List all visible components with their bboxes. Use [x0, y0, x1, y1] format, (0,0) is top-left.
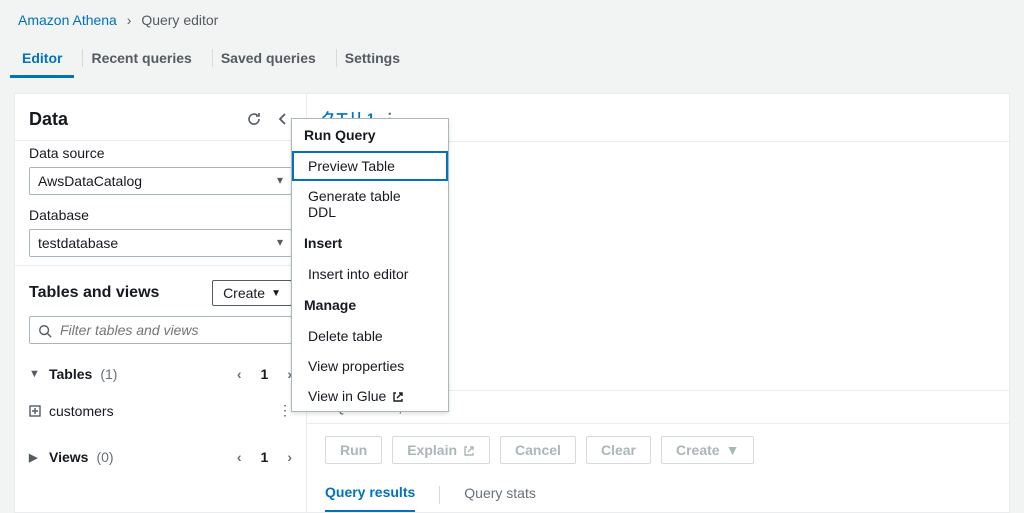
datasource-label: Data source — [29, 145, 292, 161]
context-menu-group-header: Run Query — [292, 119, 448, 151]
tab-divider — [336, 49, 337, 67]
context-menu-item-label: Insert into editor — [308, 266, 408, 282]
views-collapse-icon[interactable]: ▶ — [29, 451, 41, 464]
views-page-num: 1 — [252, 445, 278, 469]
table-row[interactable]: customers ⋮ — [15, 394, 306, 427]
tab-divider — [82, 49, 83, 67]
tables-pager: ‹ 1 › — [237, 362, 292, 386]
views-next-icon[interactable]: › — [287, 449, 292, 465]
breadcrumb-separator: › — [127, 12, 132, 28]
database-value: testdatabase — [38, 235, 118, 251]
datasource-select[interactable]: AwsDataCatalog — [29, 167, 292, 195]
context-menu-group-header: Manage — [292, 289, 448, 321]
tab-query-results[interactable]: Query results — [325, 484, 415, 512]
context-menu-item-label: Delete table — [308, 328, 383, 344]
caret-down-icon: ▼ — [271, 288, 281, 299]
tables-page-num: 1 — [252, 362, 278, 386]
tab-editor[interactable]: Editor — [18, 40, 66, 76]
table-context-menu: Run Query Preview Table Generate table DDL… — [291, 118, 449, 412]
results-tabs: Query results Query stats — [307, 476, 1009, 512]
tables-collapse-icon[interactable]: ▼ — [29, 368, 41, 380]
tab-query-stats[interactable]: Query stats — [464, 485, 536, 511]
context-menu-item[interactable]: Generate table DDL — [292, 181, 448, 227]
context-menu-item-label: Generate table DDL — [308, 188, 432, 220]
views-label: Views — [49, 449, 88, 465]
main-panel: Data Data source AwsDataCatalog Database… — [14, 93, 1010, 513]
context-menu-item-label: Preview Table — [308, 158, 395, 174]
table-name: customers — [49, 403, 114, 419]
context-menu-item[interactable]: Insert into editor — [292, 259, 448, 289]
create-query-label: Create — [676, 442, 720, 458]
explain-label: Explain — [407, 442, 457, 458]
context-menu-item[interactable]: View in Glue — [292, 381, 448, 411]
top-tabs: Editor Recent queries Saved queries Sett… — [0, 40, 1024, 77]
context-menu-item[interactable]: Delete table — [292, 321, 448, 351]
breadcrumb-root[interactable]: Amazon Athena — [18, 12, 117, 28]
refresh-icon[interactable] — [244, 108, 264, 130]
create-query-button[interactable]: Create ▼ — [661, 436, 754, 464]
create-button-label: Create — [223, 285, 265, 301]
tab-recent-queries[interactable]: Recent queries — [87, 40, 195, 76]
database-label: Database — [29, 207, 292, 223]
breadcrumb: Amazon Athena › Query editor — [0, 0, 1024, 40]
tab-divider — [212, 49, 213, 67]
search-icon — [38, 322, 52, 338]
tables-views-title: Tables and views — [29, 284, 159, 302]
query-action-bar: Run Explain Cancel Clear Create ▼ — [307, 424, 1009, 476]
caret-down-icon: ▼ — [726, 442, 740, 458]
context-menu-group-header: Insert — [292, 227, 448, 259]
filter-tables-input[interactable] — [60, 322, 283, 338]
data-sidebar: Data Data source AwsDataCatalog Database… — [15, 94, 307, 512]
context-menu-item[interactable]: Preview Table — [292, 151, 448, 181]
explain-button[interactable]: Explain — [392, 436, 490, 464]
views-pager: ‹ 1 › — [237, 445, 292, 469]
run-button[interactable]: Run — [325, 436, 382, 464]
collapse-panel-icon[interactable] — [274, 108, 292, 130]
context-menu-item-label: View properties — [308, 358, 404, 374]
cancel-button[interactable]: Cancel — [500, 436, 576, 464]
filter-tables-search[interactable] — [29, 316, 292, 344]
data-panel-title: Data — [29, 109, 68, 130]
datasource-value: AwsDataCatalog — [38, 173, 142, 189]
table-row-menu-icon[interactable]: ⋮ — [278, 402, 292, 419]
expand-table-icon[interactable] — [29, 405, 41, 417]
breadcrumb-current: Query editor — [141, 12, 218, 28]
context-menu-item-label: View in Glue — [308, 388, 386, 404]
views-prev-icon[interactable]: ‹ — [237, 449, 242, 465]
tables-count: (1) — [100, 366, 117, 382]
tab-settings[interactable]: Settings — [341, 40, 404, 76]
tables-prev-icon[interactable]: ‹ — [237, 366, 242, 382]
views-count: (0) — [96, 449, 113, 465]
database-select[interactable]: testdatabase — [29, 229, 292, 257]
create-button[interactable]: Create ▼ — [212, 280, 292, 306]
tables-label: Tables — [49, 366, 92, 382]
external-link-icon — [463, 442, 475, 458]
tab-saved-queries[interactable]: Saved queries — [217, 40, 320, 76]
context-menu-item[interactable]: View properties — [292, 351, 448, 381]
clear-button[interactable]: Clear — [586, 436, 651, 464]
external-link-icon — [392, 389, 404, 403]
tab-divider — [439, 486, 440, 504]
